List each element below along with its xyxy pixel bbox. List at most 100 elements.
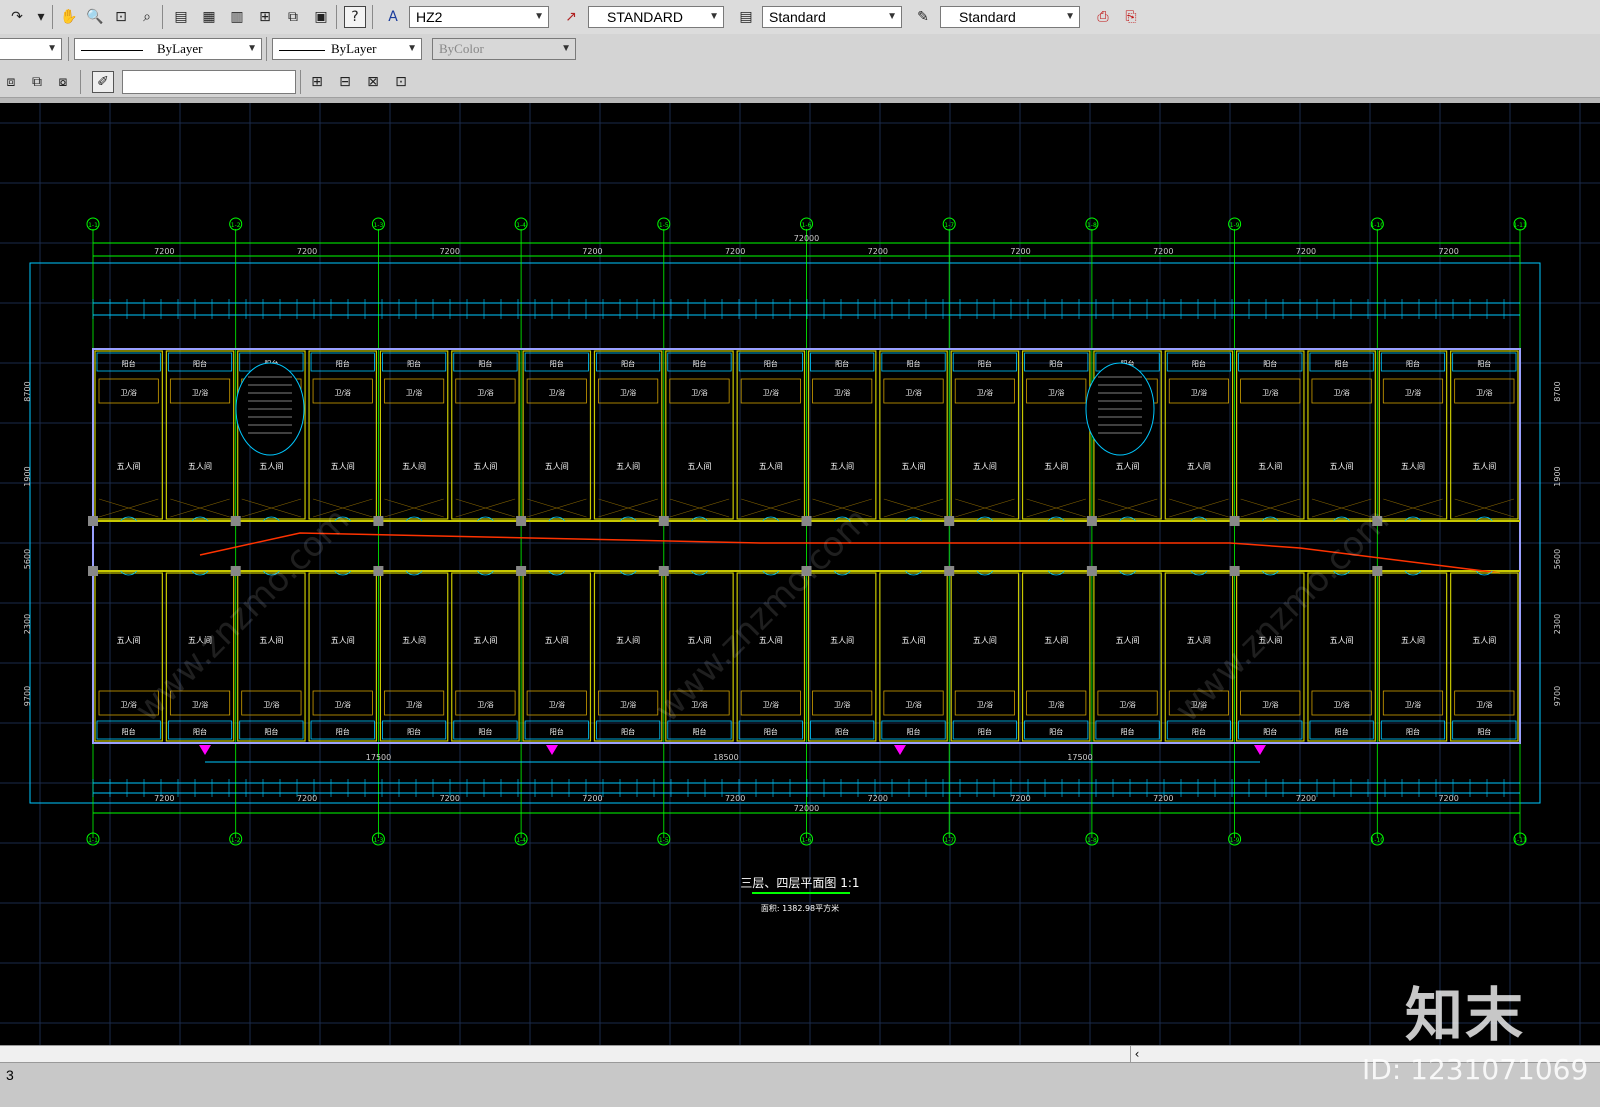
table-style-icon[interactable]: ▤ bbox=[735, 6, 757, 28]
balcony-label: 阳台 bbox=[1263, 359, 1277, 368]
column bbox=[230, 516, 241, 526]
dim-style-combo[interactable]: STANDARD ▼ bbox=[588, 6, 724, 28]
room-label: 五人间 bbox=[117, 462, 141, 471]
design-center-icon[interactable]: ▦ bbox=[198, 6, 220, 28]
attribute-icon[interactable]: ⊞ bbox=[306, 71, 328, 93]
bath-label: 卫/浴 bbox=[549, 700, 565, 709]
help-icon[interactable]: ? bbox=[344, 6, 366, 28]
column bbox=[1229, 566, 1240, 576]
bay-dim-text: 7200 bbox=[1010, 247, 1030, 256]
markup-icon[interactable]: ⧉ bbox=[282, 6, 304, 28]
dim-style-icon[interactable]: ↗ bbox=[560, 6, 582, 28]
drawing-canvas[interactable]: 1-1 1-1 1-2 1-2 1-3 1-3 1-4 1-4 1-5 1-5 1-6 1-6 1-7 1… bbox=[0, 103, 1600, 1045]
table-style-combo[interactable]: Standard ▼ bbox=[762, 6, 902, 28]
column bbox=[1086, 566, 1097, 576]
watermark-id: ID: 1231071069 bbox=[1362, 1053, 1589, 1086]
room-north bbox=[165, 350, 235, 520]
room-label: 五人间 bbox=[402, 636, 426, 645]
color-combo[interactable]: ▼ bbox=[0, 38, 62, 60]
linetype-combo[interactable]: ByLayer ▼ bbox=[74, 38, 262, 60]
bath-label: 卫/浴 bbox=[620, 388, 636, 397]
bath-label: 卫/浴 bbox=[406, 700, 422, 709]
zoom-previous-icon[interactable]: ⌕ bbox=[136, 6, 158, 28]
bath-label: 卫/浴 bbox=[1405, 700, 1421, 709]
axis-label: 1-11 bbox=[1513, 837, 1527, 844]
bay-dim-text: 7200 bbox=[440, 247, 460, 256]
left-dim-text: 8700 bbox=[23, 381, 32, 401]
bay-dim-text: 7200 bbox=[1153, 247, 1173, 256]
attribute-delete-icon[interactable]: ⊠ bbox=[362, 71, 384, 93]
bath-label: 卫/浴 bbox=[120, 388, 136, 397]
bath-label: 卫/浴 bbox=[1476, 388, 1492, 397]
room-label: 五人间 bbox=[545, 636, 569, 645]
scroll-left-icon[interactable]: ‹ bbox=[1130, 1046, 1144, 1062]
bath-label: 卫/浴 bbox=[406, 388, 422, 397]
room-south bbox=[451, 572, 520, 742]
attribute-sync-icon[interactable]: ⊡ bbox=[390, 71, 412, 93]
layer-states-icon[interactable]: ⧈ bbox=[0, 71, 22, 93]
right-dim-text: 2300 bbox=[1553, 614, 1562, 634]
chevron-down-icon: ▼ bbox=[887, 11, 897, 22]
section-marker bbox=[199, 745, 211, 755]
zoom-realtime-icon[interactable]: 🔍 bbox=[84, 6, 106, 28]
room-north bbox=[593, 350, 663, 520]
bottom-dim-text: 17500 bbox=[1067, 753, 1092, 762]
redo-dropdown-icon[interactable]: ▾ bbox=[30, 6, 52, 28]
room-south bbox=[807, 572, 877, 742]
bath-label: 卫/浴 bbox=[335, 700, 351, 709]
column bbox=[944, 516, 955, 526]
axis-label: 1-2 bbox=[231, 222, 241, 229]
room-north bbox=[1164, 350, 1234, 520]
sheet-set-icon[interactable]: ⊞ bbox=[254, 6, 276, 28]
properties-icon[interactable]: ▤ bbox=[170, 6, 192, 28]
layer-toolbar: ⧈ ⧉ ⧇ ✐ ⊞ ⊟ ⊠ ⊡ bbox=[0, 65, 1600, 98]
bath-label: 卫/浴 bbox=[192, 388, 208, 397]
left-dim-text: 5600 bbox=[23, 549, 32, 569]
lineweight-combo[interactable]: ByLayer ▼ bbox=[272, 38, 422, 60]
text-style-icon[interactable]: A bbox=[382, 6, 404, 28]
bay-dim-text: 7200 bbox=[297, 247, 317, 256]
axis-label: 1-10 bbox=[1370, 837, 1384, 844]
axis-label: 1-5 bbox=[659, 222, 669, 229]
axis-label: 1-11 bbox=[1513, 222, 1527, 229]
horizontal-scrollbar[interactable]: ‹ bbox=[0, 1045, 1600, 1062]
mleader-style-icon[interactable]: ✎ bbox=[912, 6, 934, 28]
tool-palettes-icon[interactable]: ▥ bbox=[226, 6, 248, 28]
text-edit-icon[interactable]: ✐ bbox=[92, 71, 114, 93]
pdf-markup-icon[interactable]: ⎘ bbox=[1120, 6, 1142, 28]
column bbox=[516, 516, 527, 526]
pdf-icon[interactable]: ⎙ bbox=[1092, 6, 1114, 28]
balcony-label: 阳台 bbox=[336, 359, 350, 368]
mleader-style-combo[interactable]: Standard ▼ bbox=[940, 6, 1080, 28]
column bbox=[658, 566, 669, 576]
balcony-label: 阳台 bbox=[907, 727, 921, 736]
text-style-combo[interactable]: HZ2 ▼ bbox=[409, 6, 549, 28]
bay-dim-text: 7200 bbox=[297, 794, 317, 803]
left-dim-text: 9700 bbox=[23, 686, 32, 706]
chevron-down-icon: ▼ bbox=[709, 11, 719, 22]
pan-icon[interactable]: ✋ bbox=[58, 6, 80, 28]
balcony-label: 阳台 bbox=[478, 727, 492, 736]
layer-previous-icon[interactable]: ⧉ bbox=[26, 71, 48, 93]
room-label: 五人间 bbox=[1044, 462, 1068, 471]
axis-label: 1-9 bbox=[1230, 837, 1240, 844]
text-input[interactable] bbox=[122, 70, 296, 94]
calculator-icon[interactable]: ▣ bbox=[310, 6, 332, 28]
bay-dim-text: 7200 bbox=[1010, 794, 1030, 803]
attribute-edit-icon[interactable]: ⊟ bbox=[334, 71, 356, 93]
room-north bbox=[379, 350, 449, 520]
bay-dim-text: 7200 bbox=[440, 794, 460, 803]
section-marker bbox=[1254, 745, 1266, 755]
room-label: 五人间 bbox=[1116, 636, 1140, 645]
balcony-label: 阳台 bbox=[1477, 727, 1491, 736]
bath-label: 卫/浴 bbox=[1119, 700, 1135, 709]
bath-label: 卫/浴 bbox=[1262, 388, 1278, 397]
right-dim-text: 5600 bbox=[1553, 549, 1562, 569]
redo-icon[interactable]: ↷ bbox=[6, 6, 28, 28]
room-south bbox=[522, 572, 592, 742]
watermark-text: www.znzmo.com bbox=[1167, 500, 1397, 730]
zoom-window-icon[interactable]: ⊡ bbox=[110, 6, 132, 28]
room-label: 五人间 bbox=[616, 636, 640, 645]
layer-walk-icon[interactable]: ⧇ bbox=[52, 71, 74, 93]
bath-label: 卫/浴 bbox=[263, 700, 279, 709]
